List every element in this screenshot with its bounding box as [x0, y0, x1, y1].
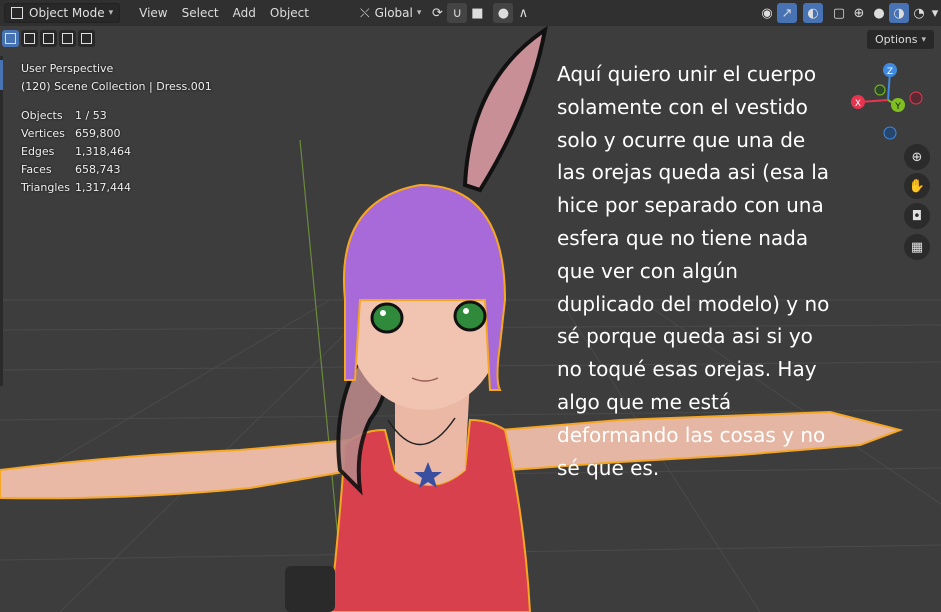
- overlays-icon[interactable]: ◐: [803, 3, 823, 23]
- camera-icon[interactable]: ◘: [904, 203, 930, 229]
- menu-select[interactable]: Select: [175, 6, 226, 20]
- transform-orientation[interactable]: ⤬ Global ▾: [354, 3, 427, 23]
- annotation-line: sé que es.: [557, 455, 660, 480]
- annotation-line: hice por separado con una: [557, 193, 824, 218]
- stat-row: Objects 1 / 53: [21, 109, 107, 122]
- orientation-icon: ⤬: [359, 5, 370, 20]
- options-button[interactable]: Options ▾: [867, 30, 934, 49]
- snap-icon[interactable]: ∪: [447, 3, 468, 23]
- left-arm: [0, 438, 357, 500]
- annotation-line: no toqué esas orejas. Hay: [557, 357, 817, 382]
- annotation-line: duplicado del modelo) y no: [557, 291, 830, 316]
- annotation-line: algo que me está: [557, 389, 732, 414]
- falloff-icon[interactable]: ∧: [513, 3, 533, 23]
- object-mode-icon: [11, 7, 23, 19]
- select-subtract-icon[interactable]: [40, 30, 57, 47]
- orientation-label: Global: [374, 6, 413, 20]
- stat-row: Triangles 1,317,444: [21, 181, 131, 194]
- chevron-down-icon: ▾: [108, 8, 114, 18]
- snap-target-icon[interactable]: ■: [467, 3, 487, 23]
- perspective-label: User Perspective: [21, 62, 114, 75]
- annotation-line: solo y ocurre que una de: [557, 127, 806, 152]
- viewport-stats: User Perspective (120) Scene Collection …: [21, 60, 212, 197]
- mode-selector[interactable]: Object Mode ▾: [4, 3, 121, 23]
- menu-view[interactable]: View: [132, 6, 174, 20]
- annotation-line: deformando las cosas y no: [557, 422, 826, 447]
- annotation-line: solamente con el vestido: [557, 94, 808, 119]
- stat-row: Faces 658,743: [21, 163, 121, 176]
- chevron-down-icon: ▾: [416, 8, 422, 18]
- menu-add[interactable]: Add: [226, 6, 263, 20]
- svg-text:Z: Z: [887, 67, 893, 77]
- viewport-header: Object Mode ▾ View Select Add Object ⤬ G…: [0, 0, 941, 26]
- select-new-icon[interactable]: [2, 30, 19, 47]
- rendered-shading-icon[interactable]: ◔: [909, 3, 929, 23]
- stat-row: Edges 1,318,464: [21, 145, 131, 158]
- svg-text:Y: Y: [894, 102, 901, 112]
- perspective-grid-icon[interactable]: ▦: [904, 234, 930, 260]
- annotation-line: las orejas queda asi (esa la: [557, 160, 830, 185]
- navigation-gizmo[interactable]: Z X Y: [848, 60, 928, 145]
- left-eye: [370, 302, 404, 334]
- annotation-line: que ver con algún: [557, 258, 738, 283]
- mode-label: Object Mode: [29, 6, 105, 20]
- pivot-icon[interactable]: ⟳: [427, 3, 447, 23]
- proportional-edit-icon[interactable]: ●: [493, 3, 514, 23]
- menu-object[interactable]: Object: [263, 6, 316, 20]
- material-shading-icon[interactable]: ◑: [889, 3, 909, 23]
- bunny-ear: [462, 25, 548, 193]
- annotation-text: Aquí quiero unir el cuerpo solamente con…: [557, 58, 887, 484]
- options-label: Options: [875, 33, 918, 46]
- 3d-viewport[interactable]: Object Mode ▾ View Select Add Object ⤬ G…: [0, 0, 941, 612]
- collection-label: (120) Scene Collection | Dress.001: [21, 80, 212, 93]
- visibility-icon[interactable]: ◉: [757, 3, 777, 23]
- chair-back: [285, 566, 335, 612]
- select-intersect-icon[interactable]: [78, 30, 95, 47]
- select-extend-icon[interactable]: [21, 30, 38, 47]
- select-invert-icon[interactable]: [59, 30, 76, 47]
- shading-options-icon[interactable]: ▾: [929, 3, 941, 23]
- annotation-line: sé porque queda asi si yo: [557, 324, 813, 349]
- zoom-icon[interactable]: ⊕: [904, 144, 930, 170]
- toolbar-strip[interactable]: [0, 56, 3, 386]
- stat-row: Vertices 659,800: [21, 127, 121, 140]
- wireframe-shading-icon[interactable]: ⊕: [849, 3, 869, 23]
- gizmo-toggle-icon[interactable]: ↗: [777, 3, 797, 23]
- xray-icon[interactable]: ▢: [829, 3, 849, 23]
- solid-shading-icon[interactable]: ●: [869, 3, 889, 23]
- svg-text:X: X: [855, 99, 861, 109]
- pan-hand-icon[interactable]: ✋: [904, 173, 930, 199]
- selection-mode-group: [2, 30, 95, 47]
- chevron-down-icon: ▾: [921, 34, 926, 45]
- annotation-line: Aquí quiero unir el cuerpo: [557, 62, 817, 86]
- annotation-line: esfera que no tiene nada: [557, 225, 809, 250]
- right-eye: [453, 300, 487, 332]
